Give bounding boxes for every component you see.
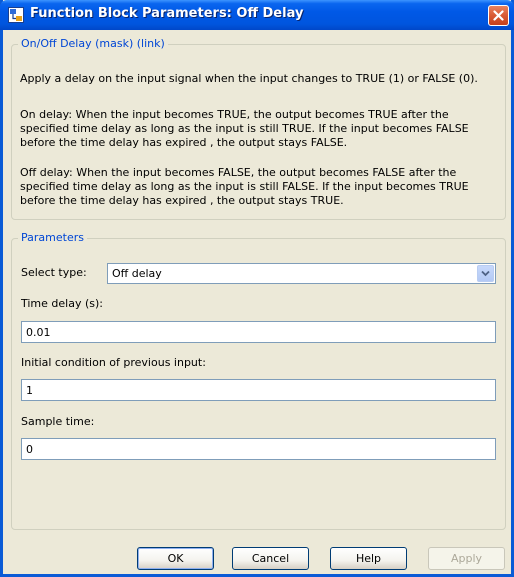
sample-time-label: Sample time:	[21, 415, 95, 428]
off-delay-line: specified time delay as long as the inpu…	[20, 180, 469, 193]
close-button[interactable]	[488, 5, 509, 26]
sample-time-input[interactable]	[21, 438, 496, 460]
window-title: Function Block Parameters: Off Delay	[30, 6, 304, 21]
parameters-group: Parameters Select type: Off delay Time d…	[11, 231, 506, 530]
ok-button[interactable]: OK	[137, 547, 214, 570]
initial-condition-input[interactable]	[21, 379, 496, 401]
select-type-label: Select type:	[21, 266, 87, 279]
close-icon	[493, 10, 504, 21]
description-legend: On/Off Delay (mask) (link)	[18, 37, 168, 50]
cancel-button[interactable]: Cancel	[232, 547, 309, 570]
initial-condition-label: Initial condition of previous input:	[21, 356, 206, 369]
dialog-window: Function Block Parameters: Off Delay On/…	[0, 0, 514, 577]
simulink-block-icon	[8, 7, 24, 23]
description-intro: Apply a delay on the input signal when t…	[20, 72, 478, 85]
off-delay-description: Off delay: When the input becomes FALSE,…	[20, 166, 497, 208]
parameters-legend: Parameters	[18, 231, 87, 244]
dropdown-button[interactable]	[477, 265, 494, 282]
off-delay-line: Off delay: When the input becomes FALSE,…	[20, 166, 457, 179]
on-delay-line: before the time delay has expired , the …	[20, 136, 348, 149]
select-type-dropdown[interactable]: Off delay	[107, 263, 496, 284]
on-delay-line: On delay: When the input becomes TRUE, t…	[20, 108, 449, 121]
apply-button[interactable]: Apply	[428, 547, 505, 570]
off-delay-line: before the time delay has expired , the …	[20, 194, 344, 207]
select-type-value: Off delay	[112, 267, 162, 280]
time-delay-input[interactable]	[21, 321, 496, 343]
help-button[interactable]: Help	[330, 547, 407, 570]
time-delay-label: Time delay (s):	[21, 297, 103, 310]
title-bar[interactable]: Function Block Parameters: Off Delay	[0, 0, 514, 30]
chevron-down-icon	[481, 270, 490, 277]
description-group: On/Off Delay (mask) (link) Apply a delay…	[11, 37, 506, 220]
on-delay-line: specified time delay as long as the inpu…	[20, 122, 469, 135]
on-delay-description: On delay: When the input becomes TRUE, t…	[20, 108, 497, 150]
